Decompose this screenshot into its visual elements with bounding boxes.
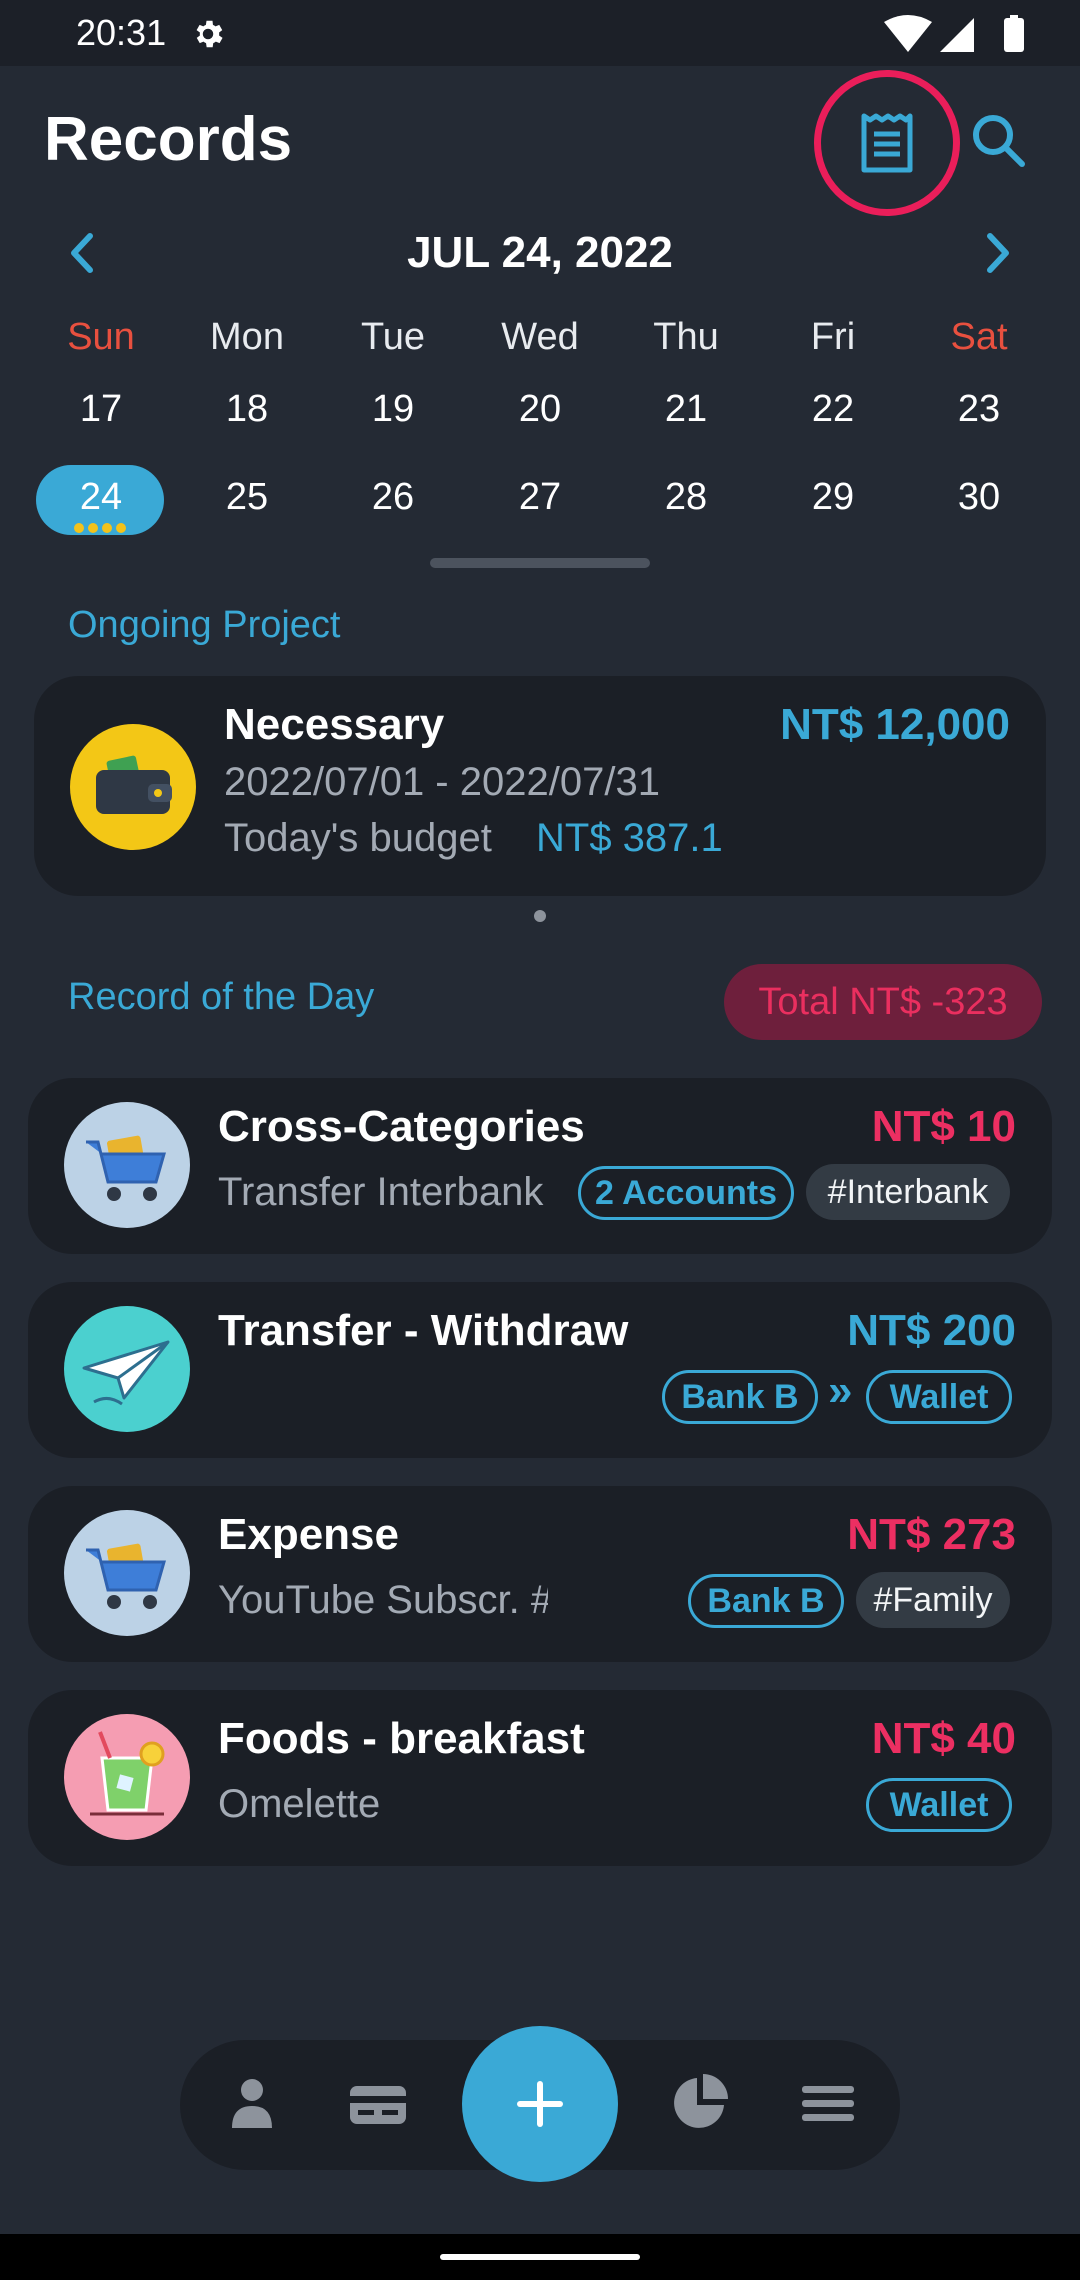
calendar-day[interactable]: 27 bbox=[467, 476, 613, 519]
page-title: Records bbox=[44, 105, 293, 174]
add-record-button[interactable] bbox=[462, 2026, 618, 2182]
search-icon[interactable] bbox=[968, 110, 1028, 170]
calendar-day[interactable]: 20 bbox=[467, 388, 613, 431]
weekday-tue: Tue bbox=[360, 316, 426, 358]
project-dates: 2022/07/01 - 2022/07/31 bbox=[224, 760, 660, 804]
record-amount: NT$ 40 bbox=[871, 1714, 1016, 1763]
calendar-day[interactable]: 29 bbox=[760, 476, 906, 519]
record-amount: NT$ 200 bbox=[847, 1306, 1016, 1355]
wifi-icon bbox=[884, 15, 932, 52]
record-title: Foods - breakfast bbox=[218, 1714, 585, 1763]
pie-chart-icon[interactable] bbox=[670, 2072, 730, 2132]
calendar-month-title: JUL 24, 2022 bbox=[407, 228, 673, 277]
total-badge: Total NT$ -323 bbox=[724, 964, 1042, 1040]
weekday-sun: Sun bbox=[67, 316, 135, 358]
chevron-right-icon[interactable] bbox=[978, 230, 1018, 276]
hashtag-tag: #Interbank bbox=[806, 1164, 1010, 1220]
budget-label: Today's budget bbox=[224, 816, 492, 860]
receipt-icon bbox=[861, 113, 913, 173]
shopping-cart-icon bbox=[64, 1510, 190, 1636]
weekday-mon: Mon bbox=[210, 316, 284, 358]
record-note: Transfer Interbank bbox=[218, 1170, 544, 1214]
record-title: Transfer - Withdraw bbox=[218, 1306, 629, 1355]
project-amount: NT$ 12,000 bbox=[780, 700, 1010, 749]
calendar-day[interactable]: 17 bbox=[28, 388, 174, 431]
record-dots-indicator bbox=[74, 523, 130, 535]
calendar-day[interactable]: 22 bbox=[760, 388, 906, 431]
paper-plane-icon bbox=[64, 1306, 190, 1432]
weekday-sat: Sat bbox=[950, 316, 1008, 358]
account-tag: Wallet bbox=[866, 1778, 1012, 1832]
record-note: Omelette bbox=[218, 1782, 381, 1826]
shopping-cart-icon bbox=[64, 1102, 190, 1228]
record-amount: NT$ 10 bbox=[871, 1102, 1016, 1151]
hashtag-tag: #Family bbox=[856, 1572, 1010, 1628]
pager-dot bbox=[534, 910, 546, 922]
calendar-drag-handle[interactable] bbox=[430, 558, 650, 568]
calendar-day[interactable]: 21 bbox=[613, 388, 759, 431]
from-account-tag: Bank B bbox=[662, 1370, 818, 1424]
signal-icon bbox=[940, 18, 974, 52]
calendar-day[interactable]: 18 bbox=[174, 388, 320, 431]
calendar-day-selected[interactable]: 24 bbox=[28, 476, 174, 519]
account-tag: Bank B bbox=[688, 1574, 844, 1628]
ongoing-project-label: Ongoing Project bbox=[68, 604, 341, 646]
to-account-tag: Wallet bbox=[866, 1370, 1012, 1424]
weekday-thu: Thu bbox=[653, 316, 719, 358]
card-icon[interactable] bbox=[348, 2074, 408, 2134]
status-icons bbox=[884, 15, 1024, 52]
transfer-arrow-icon: » bbox=[828, 1366, 853, 1415]
menu-icon[interactable] bbox=[798, 2074, 858, 2134]
profile-icon[interactable] bbox=[222, 2074, 282, 2134]
weekday-fri: Fri bbox=[810, 316, 856, 358]
receipt-button[interactable] bbox=[814, 70, 960, 216]
calendar-day[interactable]: 30 bbox=[906, 476, 1052, 519]
record-title: Expense bbox=[218, 1510, 399, 1559]
calendar-day[interactable]: 25 bbox=[174, 476, 320, 519]
calendar-day[interactable]: 26 bbox=[320, 476, 466, 519]
record-note: YouTube Subscr. # bbox=[218, 1578, 548, 1622]
budget-value: NT$ 387.1 bbox=[536, 816, 723, 860]
battery-icon bbox=[1004, 18, 1024, 52]
project-name: Necessary bbox=[224, 700, 445, 749]
record-amount: NT$ 273 bbox=[847, 1510, 1016, 1559]
status-time: 20:31 bbox=[76, 12, 167, 53]
wallet-icon bbox=[70, 724, 196, 850]
record-title: Cross-Categories bbox=[218, 1102, 585, 1151]
home-indicator[interactable] bbox=[440, 2254, 640, 2260]
calendar-day[interactable]: 28 bbox=[613, 476, 759, 519]
calendar-day[interactable]: 19 bbox=[320, 388, 466, 431]
record-of-day-label: Record of the Day bbox=[68, 976, 375, 1018]
settings-gear-icon bbox=[196, 20, 223, 48]
plus-icon bbox=[517, 2081, 563, 2127]
calendar-day[interactable]: 23 bbox=[906, 388, 1052, 431]
weekday-wed: Wed bbox=[501, 316, 579, 358]
accounts-tag: 2 Accounts bbox=[578, 1166, 794, 1220]
drink-icon bbox=[64, 1714, 190, 1840]
